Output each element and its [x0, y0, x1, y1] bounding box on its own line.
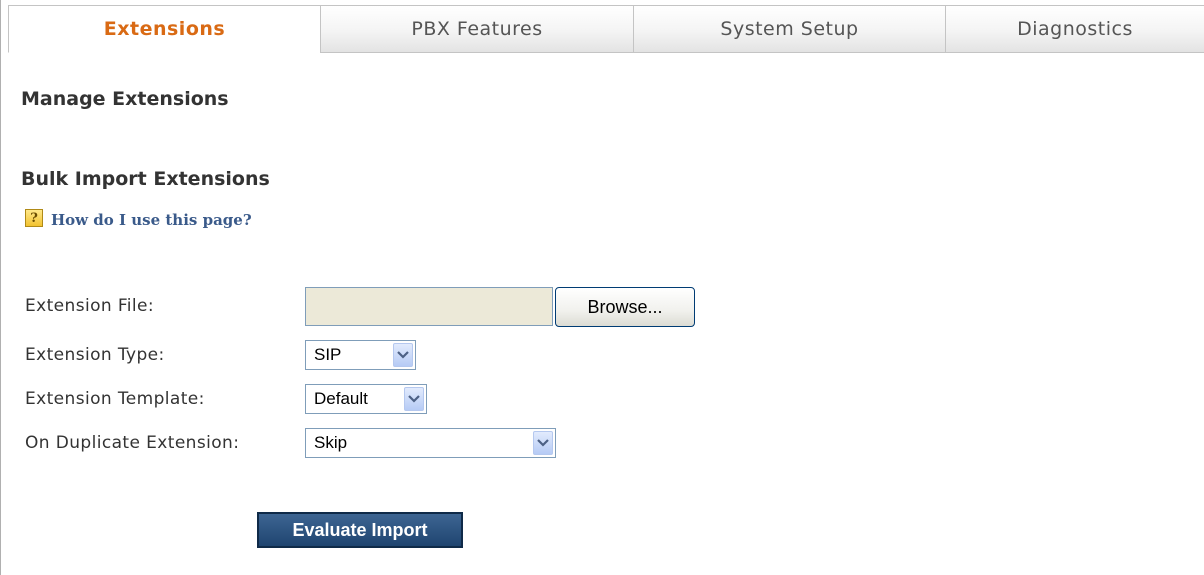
extension-type-label: Extension Type: — [25, 345, 165, 365]
chevron-down-icon[interactable] — [404, 387, 424, 411]
main-tab-bar: Extensions PBX Features System Setup Dia… — [8, 5, 1204, 53]
page-title: Manage Extensions — [21, 88, 229, 110]
chevron-down-icon[interactable] — [533, 431, 553, 455]
browse-button[interactable]: Browse... — [555, 287, 695, 327]
on-duplicate-label: On Duplicate Extension: — [25, 433, 240, 453]
extension-template-label: Extension Template: — [25, 389, 205, 409]
on-duplicate-value: Skip — [314, 433, 348, 452]
extension-file-label: Extension File: — [25, 296, 155, 316]
chevron-down-icon[interactable] — [393, 343, 413, 367]
tab-diagnostics[interactable]: Diagnostics — [945, 5, 1204, 53]
tab-system-setup[interactable]: System Setup — [633, 5, 945, 53]
section-title: Bulk Import Extensions — [21, 168, 270, 190]
extension-type-select[interactable]: SIP — [305, 340, 416, 370]
help-icon[interactable]: ? — [25, 209, 43, 227]
page-frame: Extensions PBX Features System Setup Dia… — [0, 0, 1204, 575]
extension-template-select[interactable]: Default — [305, 384, 427, 414]
extension-file-input[interactable] — [305, 287, 553, 326]
tab-extensions[interactable]: Extensions — [8, 5, 320, 53]
tab-pbx-features[interactable]: PBX Features — [320, 5, 633, 53]
on-duplicate-select[interactable]: Skip — [305, 428, 556, 458]
extension-type-value: SIP — [314, 345, 342, 364]
help-link[interactable]: How do I use this page? — [51, 211, 252, 229]
extension-template-value: Default — [314, 389, 368, 408]
help-link-row[interactable]: ? How do I use this page? — [25, 207, 252, 229]
evaluate-import-button[interactable]: Evaluate Import — [257, 512, 463, 548]
